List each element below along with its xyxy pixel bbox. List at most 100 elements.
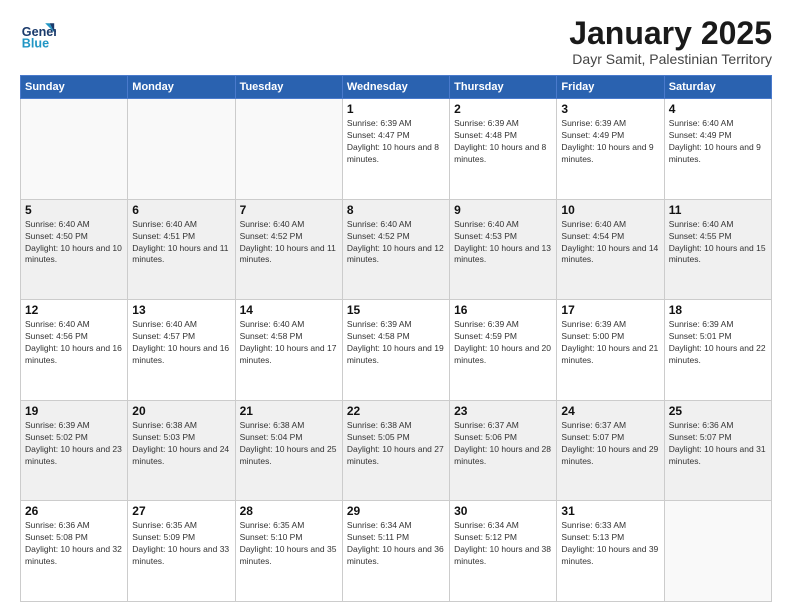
table-row: 7 Sunrise: 6:40 AM Sunset: 4:52 PM Daylig… bbox=[235, 199, 342, 300]
table-row: 10Sunrise: 6:40 AM Sunset: 4:54 PM Dayli… bbox=[557, 199, 664, 300]
day-info: Sunrise: 6:40 AM Sunset: 4:53 PM Dayligh… bbox=[454, 219, 552, 267]
table-row: 1 Sunrise: 6:39 AM Sunset: 4:47 PM Daylig… bbox=[342, 99, 449, 200]
calendar-week-row: 19 Sunrise: 6:39 AM Sunset: 5:02 PM Dayli… bbox=[21, 400, 772, 501]
table-row: 3 Sunrise: 6:39 AM Sunset: 4:49 PM Daylig… bbox=[557, 99, 664, 200]
day-info: Sunrise: 6:40 AM Sunset: 4:51 PM Dayligh… bbox=[132, 219, 230, 267]
day-info: Sunrise: 6:40 AM Sunset: 4:56 PM Dayligh… bbox=[25, 319, 123, 367]
table-row: 18 Sunrise: 6:39 AM Sunset: 5:01 PM Dayli… bbox=[664, 300, 771, 401]
day-info: Sunrise: 6:39 AM Sunset: 4:47 PM Dayligh… bbox=[347, 118, 445, 166]
month-title: January 2025 bbox=[569, 16, 772, 51]
header-saturday: Saturday bbox=[664, 76, 771, 99]
day-number: 28 bbox=[240, 504, 338, 518]
day-info: Sunrise: 6:40 AM Sunset: 4:49 PM Dayligh… bbox=[669, 118, 767, 166]
table-row: 21Sunrise: 6:38 AM Sunset: 5:04 PM Dayli… bbox=[235, 400, 342, 501]
day-number: 6 bbox=[132, 203, 230, 217]
day-info: Sunrise: 6:39 AM Sunset: 4:58 PM Dayligh… bbox=[347, 319, 445, 367]
day-number: 23 bbox=[454, 404, 552, 418]
day-info: Sunrise: 6:39 AM Sunset: 4:48 PM Dayligh… bbox=[454, 118, 552, 166]
day-number: 14 bbox=[240, 303, 338, 317]
day-number: 11 bbox=[669, 203, 767, 217]
day-number: 16 bbox=[454, 303, 552, 317]
day-info: Sunrise: 6:34 AM Sunset: 5:12 PM Dayligh… bbox=[454, 520, 552, 568]
day-info: Sunrise: 6:36 AM Sunset: 5:07 PM Dayligh… bbox=[669, 420, 767, 468]
day-info: Sunrise: 6:38 AM Sunset: 5:03 PM Dayligh… bbox=[132, 420, 230, 468]
calendar-week-row: 12 Sunrise: 6:40 AM Sunset: 4:56 PM Dayli… bbox=[21, 300, 772, 401]
day-number: 26 bbox=[25, 504, 123, 518]
table-row: 9 Sunrise: 6:40 AM Sunset: 4:53 PM Daylig… bbox=[450, 199, 557, 300]
page: General Blue January 2025 Dayr Samit, Pa… bbox=[0, 0, 792, 612]
day-number: 24 bbox=[561, 404, 659, 418]
svg-text:Blue: Blue bbox=[22, 37, 49, 51]
day-info: Sunrise: 6:38 AM Sunset: 5:05 PM Dayligh… bbox=[347, 420, 445, 468]
calendar-table: Sunday Monday Tuesday Wednesday Thursday… bbox=[20, 75, 772, 602]
calendar-week-row: 1 Sunrise: 6:39 AM Sunset: 4:47 PM Daylig… bbox=[21, 99, 772, 200]
table-row: 8 Sunrise: 6:40 AM Sunset: 4:52 PM Daylig… bbox=[342, 199, 449, 300]
day-number: 19 bbox=[25, 404, 123, 418]
header-tuesday: Tuesday bbox=[235, 76, 342, 99]
table-row: 27Sunrise: 6:35 AM Sunset: 5:09 PM Dayli… bbox=[128, 501, 235, 602]
day-info: Sunrise: 6:34 AM Sunset: 5:11 PM Dayligh… bbox=[347, 520, 445, 568]
table-row: 6 Sunrise: 6:40 AM Sunset: 4:51 PM Daylig… bbox=[128, 199, 235, 300]
day-number: 5 bbox=[25, 203, 123, 217]
day-number: 3 bbox=[561, 102, 659, 116]
day-number: 9 bbox=[454, 203, 552, 217]
day-number: 25 bbox=[669, 404, 767, 418]
calendar-week-row: 26Sunrise: 6:36 AM Sunset: 5:08 PM Dayli… bbox=[21, 501, 772, 602]
header-monday: Monday bbox=[128, 76, 235, 99]
table-row: 30 Sunrise: 6:34 AM Sunset: 5:12 PM Dayli… bbox=[450, 501, 557, 602]
day-info: Sunrise: 6:35 AM Sunset: 5:09 PM Dayligh… bbox=[132, 520, 230, 568]
table-row: 14Sunrise: 6:40 AM Sunset: 4:58 PM Dayli… bbox=[235, 300, 342, 401]
day-number: 10 bbox=[561, 203, 659, 217]
header: General Blue January 2025 Dayr Samit, Pa… bbox=[20, 16, 772, 67]
day-number: 21 bbox=[240, 404, 338, 418]
day-number: 7 bbox=[240, 203, 338, 217]
table-row: 12 Sunrise: 6:40 AM Sunset: 4:56 PM Dayli… bbox=[21, 300, 128, 401]
logo-icon: General Blue bbox=[20, 16, 56, 52]
table-row: 11 Sunrise: 6:40 AM Sunset: 4:55 PM Dayli… bbox=[664, 199, 771, 300]
day-number: 17 bbox=[561, 303, 659, 317]
table-row: 17Sunrise: 6:39 AM Sunset: 5:00 PM Dayli… bbox=[557, 300, 664, 401]
day-info: Sunrise: 6:40 AM Sunset: 4:55 PM Dayligh… bbox=[669, 219, 767, 267]
weekday-header-row: Sunday Monday Tuesday Wednesday Thursday… bbox=[21, 76, 772, 99]
day-info: Sunrise: 6:35 AM Sunset: 5:10 PM Dayligh… bbox=[240, 520, 338, 568]
day-info: Sunrise: 6:37 AM Sunset: 5:07 PM Dayligh… bbox=[561, 420, 659, 468]
table-row: 25 Sunrise: 6:36 AM Sunset: 5:07 PM Dayli… bbox=[664, 400, 771, 501]
header-sunday: Sunday bbox=[21, 76, 128, 99]
day-number: 31 bbox=[561, 504, 659, 518]
day-info: Sunrise: 6:39 AM Sunset: 4:59 PM Dayligh… bbox=[454, 319, 552, 367]
table-row: 13Sunrise: 6:40 AM Sunset: 4:57 PM Dayli… bbox=[128, 300, 235, 401]
day-info: Sunrise: 6:40 AM Sunset: 4:52 PM Dayligh… bbox=[240, 219, 338, 267]
table-row: 28 Sunrise: 6:35 AM Sunset: 5:10 PM Dayli… bbox=[235, 501, 342, 602]
day-info: Sunrise: 6:33 AM Sunset: 5:13 PM Dayligh… bbox=[561, 520, 659, 568]
table-row: 19 Sunrise: 6:39 AM Sunset: 5:02 PM Dayli… bbox=[21, 400, 128, 501]
table-row: 16 Sunrise: 6:39 AM Sunset: 4:59 PM Dayli… bbox=[450, 300, 557, 401]
day-number: 12 bbox=[25, 303, 123, 317]
day-number: 20 bbox=[132, 404, 230, 418]
table-row bbox=[235, 99, 342, 200]
day-info: Sunrise: 6:39 AM Sunset: 5:02 PM Dayligh… bbox=[25, 420, 123, 468]
header-wednesday: Wednesday bbox=[342, 76, 449, 99]
table-row: 23Sunrise: 6:37 AM Sunset: 5:06 PM Dayli… bbox=[450, 400, 557, 501]
calendar-week-row: 5Sunrise: 6:40 AM Sunset: 4:50 PM Daylig… bbox=[21, 199, 772, 300]
title-block: January 2025 Dayr Samit, Palestinian Ter… bbox=[569, 16, 772, 67]
table-row bbox=[21, 99, 128, 200]
table-row: 22Sunrise: 6:38 AM Sunset: 5:05 PM Dayli… bbox=[342, 400, 449, 501]
subtitle: Dayr Samit, Palestinian Territory bbox=[569, 51, 772, 67]
day-number: 2 bbox=[454, 102, 552, 116]
table-row: 5Sunrise: 6:40 AM Sunset: 4:50 PM Daylig… bbox=[21, 199, 128, 300]
table-row: 29Sunrise: 6:34 AM Sunset: 5:11 PM Dayli… bbox=[342, 501, 449, 602]
day-number: 8 bbox=[347, 203, 445, 217]
table-row: 26Sunrise: 6:36 AM Sunset: 5:08 PM Dayli… bbox=[21, 501, 128, 602]
day-number: 30 bbox=[454, 504, 552, 518]
day-number: 15 bbox=[347, 303, 445, 317]
day-info: Sunrise: 6:39 AM Sunset: 4:49 PM Dayligh… bbox=[561, 118, 659, 166]
table-row: 24 Sunrise: 6:37 AM Sunset: 5:07 PM Dayli… bbox=[557, 400, 664, 501]
day-info: Sunrise: 6:40 AM Sunset: 4:57 PM Dayligh… bbox=[132, 319, 230, 367]
day-info: Sunrise: 6:39 AM Sunset: 5:01 PM Dayligh… bbox=[669, 319, 767, 367]
day-number: 4 bbox=[669, 102, 767, 116]
day-number: 1 bbox=[347, 102, 445, 116]
table-row: 15 Sunrise: 6:39 AM Sunset: 4:58 PM Dayli… bbox=[342, 300, 449, 401]
day-number: 18 bbox=[669, 303, 767, 317]
header-friday: Friday bbox=[557, 76, 664, 99]
day-info: Sunrise: 6:40 AM Sunset: 4:52 PM Dayligh… bbox=[347, 219, 445, 267]
